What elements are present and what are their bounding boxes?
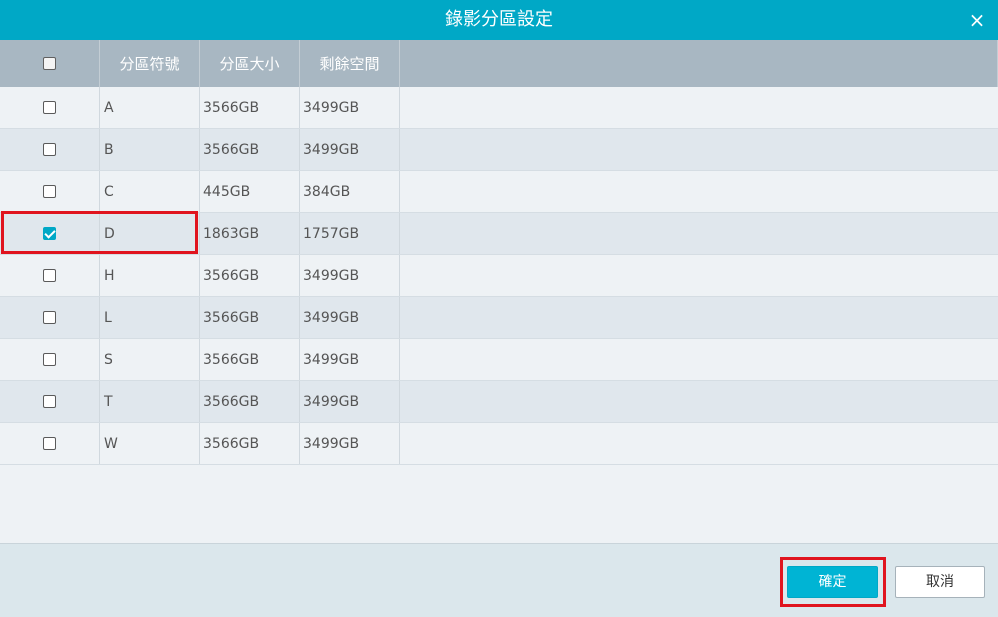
partition-size: 1863GB	[200, 213, 300, 254]
partition-size: 445GB	[200, 171, 300, 212]
partition-letter: S	[100, 339, 200, 380]
row-checkbox[interactable]	[43, 311, 56, 324]
table-row[interactable]: L 3566GB 3499GB	[0, 297, 998, 339]
row-checkbox[interactable]	[43, 269, 56, 282]
row-checkbox[interactable]	[43, 185, 56, 198]
table-header: 分區符號 分區大小 剩餘空間	[0, 40, 998, 87]
partition-free-space: 3499GB	[300, 255, 400, 296]
partition-size: 3566GB	[200, 297, 300, 338]
partition-letter: L	[100, 297, 200, 338]
partition-letter: W	[100, 423, 200, 464]
row-select-cell	[0, 87, 100, 128]
row-select-cell	[0, 129, 100, 170]
table-row[interactable]: S 3566GB 3499GB	[0, 339, 998, 381]
partition-size: 3566GB	[200, 87, 300, 128]
dialog-titlebar: 錄影分區設定 ×	[0, 0, 998, 40]
partition-size: 3566GB	[200, 381, 300, 422]
row-filler	[400, 129, 998, 170]
table-row[interactable]: H 3566GB 3499GB	[0, 255, 998, 297]
table-row[interactable]: C 445GB 384GB	[0, 171, 998, 213]
partition-free-space: 3499GB	[300, 339, 400, 380]
confirm-button[interactable]: 確定	[787, 566, 878, 598]
header-size: 分區大小	[200, 40, 300, 87]
header-free: 剩餘空間	[300, 40, 400, 87]
partition-free-space: 1757GB	[300, 213, 400, 254]
row-filler	[400, 171, 998, 212]
partition-size: 3566GB	[200, 129, 300, 170]
row-checkbox[interactable]	[43, 143, 56, 156]
partition-letter: H	[100, 255, 200, 296]
table-body: A 3566GB 3499GB B 3566GB 3499GB C 445GB 384GB D 18…	[0, 87, 998, 465]
row-filler	[400, 381, 998, 422]
partition-free-space: 3499GB	[300, 381, 400, 422]
partition-size: 3566GB	[200, 255, 300, 296]
row-select-cell	[0, 339, 100, 380]
partition-letter: T	[100, 381, 200, 422]
header-letter: 分區符號	[100, 40, 200, 87]
partition-free-space: 3499GB	[300, 87, 400, 128]
row-checkbox[interactable]	[43, 395, 56, 408]
row-select-cell	[0, 255, 100, 296]
header-select-cell	[0, 40, 100, 87]
table-row[interactable]: D 1863GB 1757GB	[0, 213, 998, 255]
partition-letter: A	[100, 87, 200, 128]
select-all-checkbox[interactable]	[43, 57, 56, 70]
table-row[interactable]: T 3566GB 3499GB	[0, 381, 998, 423]
dialog-footer: 確定 取消	[0, 543, 998, 617]
row-select-cell	[0, 381, 100, 422]
partition-settings-dialog: 錄影分區設定 × 分區符號 分區大小 剩餘空間 A 3566GB 3499GB B 35…	[0, 0, 998, 617]
row-filler	[400, 213, 998, 254]
row-select-cell	[0, 171, 100, 212]
row-filler	[400, 297, 998, 338]
cancel-button[interactable]: 取消	[895, 566, 985, 598]
partition-size: 3566GB	[200, 339, 300, 380]
row-filler	[400, 87, 998, 128]
partition-free-space: 384GB	[300, 171, 400, 212]
dialog-title: 錄影分區設定	[445, 9, 553, 30]
partition-letter: C	[100, 171, 200, 212]
table-row[interactable]: B 3566GB 3499GB	[0, 129, 998, 171]
row-filler	[400, 339, 998, 380]
row-select-cell	[0, 213, 100, 254]
partition-table: 分區符號 分區大小 剩餘空間 A 3566GB 3499GB B 3566GB 3499G…	[0, 40, 998, 465]
table-row[interactable]: W 3566GB 3499GB	[0, 423, 998, 465]
row-select-cell	[0, 297, 100, 338]
row-select-cell	[0, 423, 100, 464]
partition-free-space: 3499GB	[300, 423, 400, 464]
partition-letter: B	[100, 129, 200, 170]
row-filler	[400, 423, 998, 464]
close-icon[interactable]: ×	[964, 7, 990, 33]
row-checkbox[interactable]	[43, 101, 56, 114]
partition-free-space: 3499GB	[300, 297, 400, 338]
row-checkbox[interactable]	[43, 437, 56, 450]
row-checkbox[interactable]	[43, 227, 56, 240]
header-filler	[400, 40, 998, 87]
table-row[interactable]: A 3566GB 3499GB	[0, 87, 998, 129]
partition-size: 3566GB	[200, 423, 300, 464]
partition-free-space: 3499GB	[300, 129, 400, 170]
row-filler	[400, 255, 998, 296]
row-checkbox[interactable]	[43, 353, 56, 366]
partition-letter: D	[100, 213, 200, 254]
